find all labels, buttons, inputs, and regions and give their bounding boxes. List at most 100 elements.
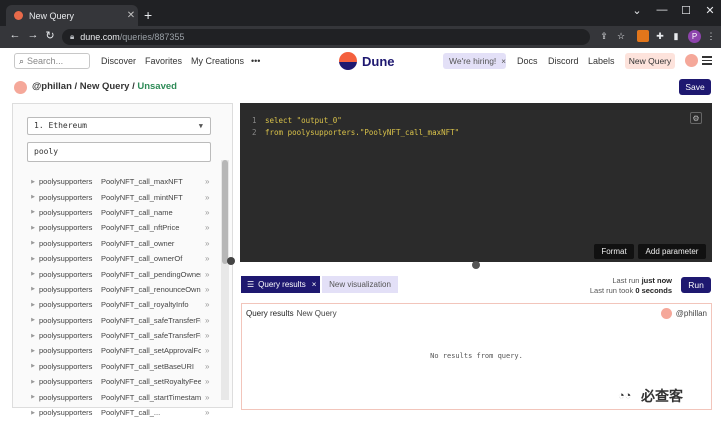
hamburger-menu-icon[interactable] bbox=[702, 56, 712, 67]
search-icon: ⌕ bbox=[19, 55, 25, 66]
chain-select[interactable]: 1. Ethereum ▼ bbox=[27, 117, 211, 135]
table-row[interactable]: ▶ poolysupporters PoolyNFT_call_safeTransf… bbox=[13, 313, 219, 328]
editor-settings-gear-icon[interactable]: ⚙ bbox=[690, 112, 702, 124]
table-row[interactable]: ▶ poolysupporters PoolyNFT_call_mintNFT » bbox=[13, 189, 219, 204]
extensions-puzzle-icon[interactable]: ✚ bbox=[654, 30, 666, 42]
back-icon[interactable]: ← bbox=[8, 29, 22, 41]
table-row[interactable]: ▶ poolysupporters PoolyNFT_call_ownerOf » bbox=[13, 251, 219, 266]
chevron-right-icon[interactable]: » bbox=[205, 377, 209, 386]
format-button[interactable]: Format bbox=[594, 244, 634, 259]
results-owner[interactable]: @phillan bbox=[660, 308, 707, 319]
nav-my-creations[interactable]: My Creations bbox=[191, 56, 244, 66]
add-parameter-button[interactable]: Add parameter bbox=[638, 244, 706, 259]
table-row[interactable]: ▶ poolysupporters PoolyNFT_call_setApprova… bbox=[13, 343, 219, 358]
expand-triangle-icon[interactable]: ▶ bbox=[23, 394, 35, 400]
expand-triangle-icon[interactable]: ▶ bbox=[23, 209, 35, 215]
browser-menu-icon[interactable]: ⋮ bbox=[705, 30, 717, 42]
url-bar[interactable]: 🔒︎ dune.com/queries/887355 bbox=[62, 29, 590, 45]
caret-down-icon: ▼ bbox=[198, 122, 203, 130]
tab-new-visualization[interactable]: New visualization bbox=[322, 276, 398, 293]
table-row[interactable]: ▶ poolysupporters PoolyNFT_call_startTimes… bbox=[13, 389, 219, 404]
nav-favorites[interactable]: Favorites bbox=[145, 56, 182, 66]
table-filter-input[interactable]: pooly bbox=[27, 142, 211, 162]
chevron-right-icon[interactable]: » bbox=[205, 177, 209, 186]
editor-resize-handle[interactable] bbox=[472, 261, 480, 269]
expand-triangle-icon[interactable]: ▶ bbox=[23, 194, 35, 200]
tab-search-icon[interactable]: ⌄ bbox=[628, 4, 646, 17]
chevron-right-icon[interactable]: » bbox=[205, 270, 209, 279]
table-row[interactable]: ▶ poolysupporters PoolyNFT_call_setRoyalty… bbox=[13, 374, 219, 389]
expand-triangle-icon[interactable]: ▶ bbox=[23, 379, 35, 385]
browser-profile-avatar[interactable]: P bbox=[688, 30, 701, 43]
expand-triangle-icon[interactable]: ▶ bbox=[23, 179, 35, 185]
panel-resize-handle[interactable] bbox=[227, 257, 235, 265]
chevron-right-icon[interactable]: » bbox=[205, 393, 209, 402]
expand-triangle-icon[interactable]: ▶ bbox=[23, 363, 35, 369]
user-avatar[interactable] bbox=[685, 54, 698, 67]
share-icon[interactable]: ⇪ bbox=[598, 30, 610, 42]
browser-tab[interactable]: New Query ✕ bbox=[6, 5, 138, 26]
explorer-scrollbar-thumb[interactable] bbox=[222, 160, 228, 264]
hiring-badge[interactable]: We're hiring! × bbox=[443, 53, 506, 69]
nav-docs[interactable]: Docs bbox=[517, 56, 538, 66]
expand-triangle-icon[interactable]: ▶ bbox=[23, 286, 35, 292]
close-window-button[interactable]: ✕ bbox=[701, 4, 719, 17]
new-query-button[interactable]: New Query bbox=[625, 53, 675, 69]
bookmark-star-icon[interactable]: ☆ bbox=[615, 30, 627, 42]
chevron-right-icon[interactable]: » bbox=[205, 193, 209, 202]
expand-triangle-icon[interactable]: ▶ bbox=[23, 256, 35, 262]
chevron-right-icon[interactable]: » bbox=[205, 254, 209, 263]
table-row[interactable]: ▶ poolysupporters PoolyNFT_call_owner » bbox=[13, 236, 219, 251]
chevron-right-icon[interactable]: » bbox=[205, 316, 209, 325]
dune-logo[interactable]: Dune bbox=[339, 52, 395, 70]
table-row[interactable]: ▶ poolysupporters PoolyNFT_call_pendingOwn… bbox=[13, 266, 219, 281]
maximize-button[interactable]: ☐ bbox=[677, 4, 695, 17]
table-row[interactable]: ▶ poolysupporters PoolyNFT_call_renounceOw… bbox=[13, 282, 219, 297]
nav-discover[interactable]: Discover bbox=[101, 56, 136, 66]
breadcrumb-user[interactable]: @phillan bbox=[32, 81, 72, 92]
search-input[interactable]: ⌕ Search... bbox=[14, 53, 90, 69]
save-button[interactable]: Save bbox=[679, 79, 711, 95]
table-row[interactable]: ▶ poolysupporters PoolyNFT_call_safeTransf… bbox=[13, 328, 219, 343]
chevron-right-icon[interactable]: » bbox=[205, 362, 209, 371]
forward-icon[interactable]: → bbox=[26, 29, 40, 41]
nav-discord[interactable]: Discord bbox=[548, 56, 579, 66]
chevron-right-icon[interactable]: » bbox=[205, 331, 209, 340]
sidebar-toggle-icon[interactable]: ▮ bbox=[670, 30, 682, 42]
expand-triangle-icon[interactable]: ▶ bbox=[23, 271, 35, 277]
table-row[interactable]: ▶ poolysupporters PoolyNFT_call_name » bbox=[13, 205, 219, 220]
expand-triangle-icon[interactable]: ▶ bbox=[23, 410, 35, 416]
chevron-right-icon[interactable]: » bbox=[205, 300, 209, 309]
query-editor[interactable]: 1 select "output_0" 2 from poolysupporte… bbox=[240, 103, 712, 262]
reload-icon[interactable]: ↻ bbox=[43, 29, 57, 42]
table-schema: poolysupporters bbox=[39, 315, 93, 325]
table-name: PoolyNFT_call_... bbox=[101, 408, 161, 418]
chevron-right-icon[interactable]: » bbox=[205, 223, 209, 232]
new-tab-button[interactable]: + bbox=[144, 7, 152, 23]
chevron-right-icon[interactable]: » bbox=[205, 208, 209, 217]
table-row[interactable]: ▶ poolysupporters PoolyNFT_call_setBaseURI… bbox=[13, 359, 219, 374]
expand-triangle-icon[interactable]: ▶ bbox=[23, 348, 35, 354]
more-menu-icon[interactable]: ••• bbox=[251, 56, 260, 66]
metamask-extension-icon[interactable] bbox=[637, 30, 649, 42]
chevron-right-icon[interactable]: » bbox=[205, 285, 209, 294]
table-row[interactable]: ▶ poolysupporters PoolyNFT_call_royaltyInf… bbox=[13, 297, 219, 312]
expand-triangle-icon[interactable]: ▶ bbox=[23, 317, 35, 323]
chevron-right-icon[interactable]: » bbox=[205, 239, 209, 248]
expand-triangle-icon[interactable]: ▶ bbox=[23, 240, 35, 246]
tab-close-icon[interactable]: ✕ bbox=[124, 10, 138, 21]
chevron-right-icon[interactable]: » bbox=[205, 346, 209, 355]
table-row[interactable]: ▶ poolysupporters PoolyNFT_call_... » bbox=[13, 405, 219, 420]
table-row[interactable]: ▶ poolysupporters PoolyNFT_call_maxNFT » bbox=[13, 174, 219, 189]
minimize-button[interactable]: — bbox=[653, 4, 671, 16]
table-row[interactable]: ▶ poolysupporters PoolyNFT_call_nftPrice » bbox=[13, 220, 219, 235]
tab-close-icon[interactable]: × bbox=[312, 280, 317, 289]
run-button[interactable]: Run bbox=[681, 277, 711, 293]
chevron-right-icon[interactable]: » bbox=[205, 408, 209, 417]
expand-triangle-icon[interactable]: ▶ bbox=[23, 333, 35, 339]
hiring-close-icon[interactable]: × bbox=[501, 57, 506, 66]
expand-triangle-icon[interactable]: ▶ bbox=[23, 302, 35, 308]
tab-query-results[interactable]: ☰ Query results × bbox=[241, 276, 320, 293]
expand-triangle-icon[interactable]: ▶ bbox=[23, 225, 35, 231]
nav-labels[interactable]: Labels bbox=[588, 56, 615, 66]
